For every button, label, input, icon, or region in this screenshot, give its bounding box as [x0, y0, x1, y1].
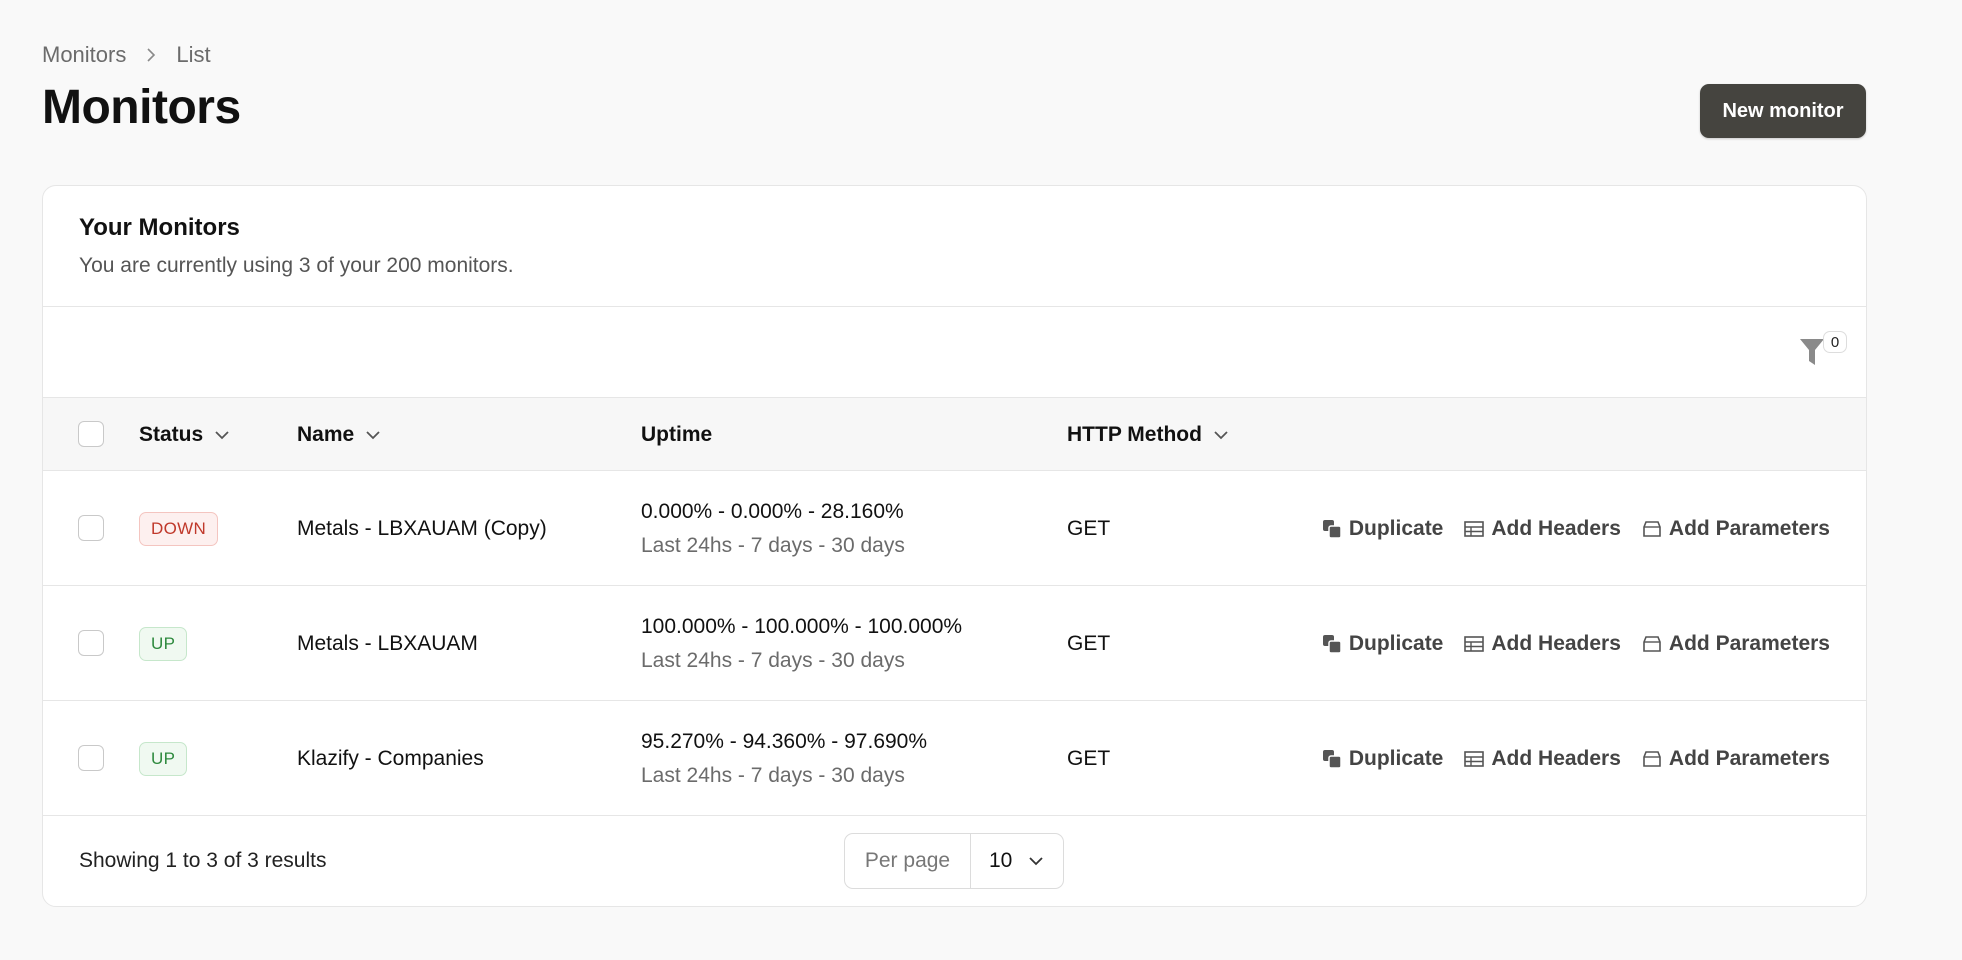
uptime-values: 95.270% - 94.360% - 97.690%	[641, 729, 928, 753]
duplicate-button[interactable]: Duplicate	[1321, 516, 1444, 541]
status-cell: UP	[139, 701, 188, 816]
table-row[interactable]: DOWN Metals - LBXAUAM (Copy) 0.000% - 0.…	[43, 471, 1866, 586]
row-checkbox[interactable]	[78, 630, 104, 656]
add-parameters-button[interactable]: Add Parameters	[1641, 747, 1830, 771]
chevron-down-icon	[366, 430, 380, 439]
uptime-cell: 0.000% - 0.000% - 28.160% Last 24hs - 7 …	[641, 471, 905, 586]
row-checkbox[interactable]	[78, 515, 104, 541]
row-actions: Duplicate Add Headers Add Parameters	[1321, 471, 1830, 586]
chevron-down-icon	[1029, 857, 1043, 866]
name-cell: Metals - LBXAUAM (Copy)	[297, 471, 547, 586]
add-parameters-label: Add Parameters	[1668, 516, 1830, 540]
add-headers-label: Add Headers	[1491, 746, 1621, 770]
add-headers-button[interactable]: Add Headers	[1463, 517, 1621, 541]
archive-box-icon	[1643, 750, 1661, 767]
monitor-name[interactable]: Metals - LBXAUAM	[297, 632, 478, 656]
per-page-value: 10	[989, 849, 1013, 872]
status-cell: DOWN	[139, 471, 219, 586]
select-all-checkbox[interactable]	[78, 421, 104, 447]
table-icon	[1464, 520, 1485, 537]
breadcrumb-list[interactable]: List	[176, 42, 210, 68]
add-headers-label: Add Headers	[1491, 631, 1621, 655]
duplicate-label: Duplicate	[1348, 746, 1444, 770]
duplicate-label: Duplicate	[1348, 631, 1444, 655]
duplicate-icon	[1322, 749, 1342, 769]
duplicate-icon	[1322, 519, 1342, 539]
table-icon	[1464, 750, 1485, 767]
breadcrumb: Monitors List	[42, 42, 211, 68]
filter-button[interactable]: 0	[1795, 331, 1847, 377]
monitor-name[interactable]: Klazify - Companies	[297, 747, 484, 771]
column-name-label: Name	[297, 422, 355, 446]
uptime-cell: 100.000% - 100.000% - 100.000% Last 24hs…	[641, 586, 962, 701]
monitors-card: Your Monitors You are currently using 3 …	[42, 185, 1867, 907]
chevron-right-icon	[147, 48, 156, 62]
table-row[interactable]: UP Metals - LBXAUAM 100.000% - 100.000% …	[43, 586, 1866, 701]
filter-count-badge: 0	[1823, 331, 1847, 353]
method-cell: GET	[1067, 586, 1110, 701]
per-page-select[interactable]: 10	[971, 834, 1063, 888]
table-header: Status Name Uptime HTTP Method	[43, 398, 1866, 471]
funnel-icon	[1800, 339, 1824, 365]
add-parameters-label: Add Parameters	[1668, 746, 1830, 770]
status-cell: UP	[139, 586, 188, 701]
column-status-label: Status	[139, 422, 204, 446]
status-badge: UP	[139, 626, 188, 661]
monitor-name[interactable]: Metals - LBXAUAM (Copy)	[297, 517, 547, 541]
column-http-method[interactable]: HTTP Method	[1067, 398, 1230, 471]
add-headers-button[interactable]: Add Headers	[1463, 632, 1621, 656]
name-cell: Klazify - Companies	[297, 701, 484, 816]
column-http-method-label: HTTP Method	[1067, 422, 1202, 446]
http-method: GET	[1067, 746, 1111, 770]
column-uptime-label: Uptime	[641, 422, 713, 446]
chevron-down-icon	[215, 430, 229, 439]
results-count: Showing 1 to 3 of 3 results	[79, 849, 327, 872]
add-parameters-button[interactable]: Add Parameters	[1641, 632, 1830, 656]
status-badge: UP	[139, 741, 188, 776]
uptime-cell: 95.270% - 94.360% - 97.690% Last 24hs - …	[641, 701, 927, 816]
column-status[interactable]: Status	[139, 398, 231, 471]
archive-box-icon	[1643, 520, 1661, 537]
archive-box-icon	[1643, 635, 1661, 652]
row-checkbox[interactable]	[78, 745, 104, 771]
column-uptime: Uptime	[641, 398, 712, 471]
chevron-down-icon	[1214, 430, 1228, 439]
status-badge: DOWN	[139, 511, 219, 546]
table-row[interactable]: UP Klazify - Companies 95.270% - 94.360%…	[43, 701, 1866, 816]
add-parameters-label: Add Parameters	[1668, 631, 1830, 655]
row-actions: Duplicate Add Headers Add Parameters	[1321, 586, 1830, 701]
http-method: GET	[1067, 631, 1111, 655]
row-actions: Duplicate Add Headers Add Parameters	[1321, 701, 1830, 816]
uptime-values: 0.000% - 0.000% - 28.160%	[641, 499, 904, 523]
add-headers-button[interactable]: Add Headers	[1463, 747, 1621, 771]
duplicate-button[interactable]: Duplicate	[1321, 631, 1444, 656]
per-page-control: Per page 10	[844, 833, 1064, 889]
table-toolbar: 0	[43, 307, 1866, 398]
page-title: Monitors	[42, 81, 241, 134]
column-name[interactable]: Name	[297, 398, 382, 471]
uptime-periods: Last 24hs - 7 days - 30 days	[641, 533, 905, 557]
per-page-label: Per page	[845, 834, 971, 888]
method-cell: GET	[1067, 471, 1110, 586]
card-title: Your Monitors	[79, 214, 240, 241]
http-method: GET	[1067, 516, 1111, 540]
name-cell: Metals - LBXAUAM	[297, 586, 478, 701]
uptime-periods: Last 24hs - 7 days - 30 days	[641, 648, 905, 672]
new-monitor-button[interactable]: New monitor	[1700, 84, 1866, 138]
add-headers-label: Add Headers	[1491, 516, 1621, 540]
uptime-values: 100.000% - 100.000% - 100.000%	[641, 614, 963, 638]
table-footer: Showing 1 to 3 of 3 results Per page 10	[43, 816, 1866, 906]
duplicate-icon	[1322, 634, 1342, 654]
card-subtitle: You are currently using 3 of your 200 mo…	[79, 254, 514, 277]
duplicate-button[interactable]: Duplicate	[1321, 746, 1444, 771]
duplicate-label: Duplicate	[1348, 516, 1444, 540]
add-parameters-button[interactable]: Add Parameters	[1641, 517, 1830, 541]
method-cell: GET	[1067, 701, 1110, 816]
breadcrumb-monitors[interactable]: Monitors	[42, 42, 126, 68]
uptime-periods: Last 24hs - 7 days - 30 days	[641, 763, 905, 787]
card-header: Your Monitors You are currently using 3 …	[43, 186, 1866, 307]
table-icon	[1464, 635, 1485, 652]
